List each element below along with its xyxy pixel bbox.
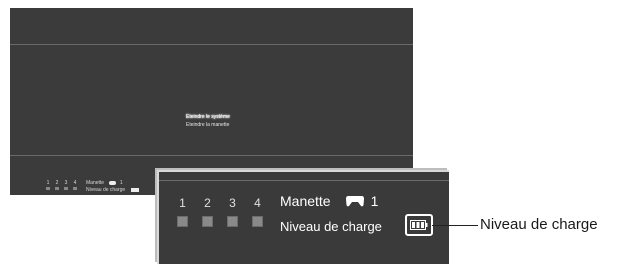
port-number: 2 — [204, 196, 211, 210]
mini-controller-label: Manette 1 — [86, 180, 123, 186]
screen-divider-bottom — [10, 155, 413, 156]
port-number: 3 — [229, 196, 236, 210]
power-menu: Eteindre le système Eteindre la manette — [186, 113, 230, 129]
port-list: 1 2 3 4 — [177, 196, 263, 227]
screen-divider-top — [10, 44, 413, 45]
menu-item-turn-off-controller[interactable]: Eteindre la manette — [186, 121, 230, 129]
mini-port-number: 4 — [73, 180, 77, 186]
port-number: 1 — [179, 196, 186, 210]
callout-label: Niveau de charge — [480, 216, 598, 233]
mini-port: 1 — [46, 180, 50, 190]
ps3-screen: Eteindre le système Eteindre la manette … — [10, 8, 413, 195]
mini-controller-text: Manette — [86, 180, 105, 186]
zoom-divider — [159, 180, 449, 181]
mini-port: 2 — [55, 180, 59, 190]
mini-port-list: 1 2 3 4 — [46, 180, 77, 190]
mini-battery-icon — [130, 187, 139, 192]
port-number: 4 — [254, 196, 261, 210]
controller-number: 1 — [370, 193, 379, 209]
mini-port-number: 1 — [46, 180, 50, 186]
port-3: 3 — [227, 196, 238, 227]
port-indicator — [202, 216, 213, 227]
mini-controller-number: 1 — [119, 180, 123, 186]
callout-line — [432, 225, 478, 226]
zoomed-status-panel: 1 2 3 4 Manette 1 Niveau de charge — [157, 170, 449, 264]
controller-text: Manette — [280, 193, 331, 209]
port-4: 4 — [252, 196, 263, 227]
charge-level-label: Niveau de charge — [280, 219, 382, 234]
mini-port-indicator — [46, 187, 50, 190]
port-indicator — [252, 216, 263, 227]
mini-port-indicator — [64, 187, 68, 190]
menu-item-turn-off-system[interactable]: Eteindre le système — [186, 113, 230, 121]
mini-charge-label: Niveau de charge — [86, 187, 139, 193]
port-indicator — [177, 216, 188, 227]
battery-icon — [410, 220, 428, 230]
mini-charge-text: Niveau de charge — [86, 187, 126, 193]
port-1: 1 — [177, 196, 188, 227]
controller-id: 1 — [345, 193, 379, 209]
mini-port: 4 — [73, 180, 77, 190]
mini-port-number: 3 — [64, 180, 68, 186]
mini-port-indicator — [55, 187, 59, 190]
port-2: 2 — [202, 196, 213, 227]
mini-port: 3 — [64, 180, 68, 190]
gamepad-icon — [345, 196, 364, 207]
controller-label: Manette 1 — [280, 193, 378, 209]
port-indicator — [227, 216, 238, 227]
mini-controller-icon — [109, 180, 117, 185]
mini-port-indicator — [73, 187, 77, 190]
mini-port-number: 2 — [55, 180, 59, 186]
battery-highlight — [405, 214, 433, 236]
